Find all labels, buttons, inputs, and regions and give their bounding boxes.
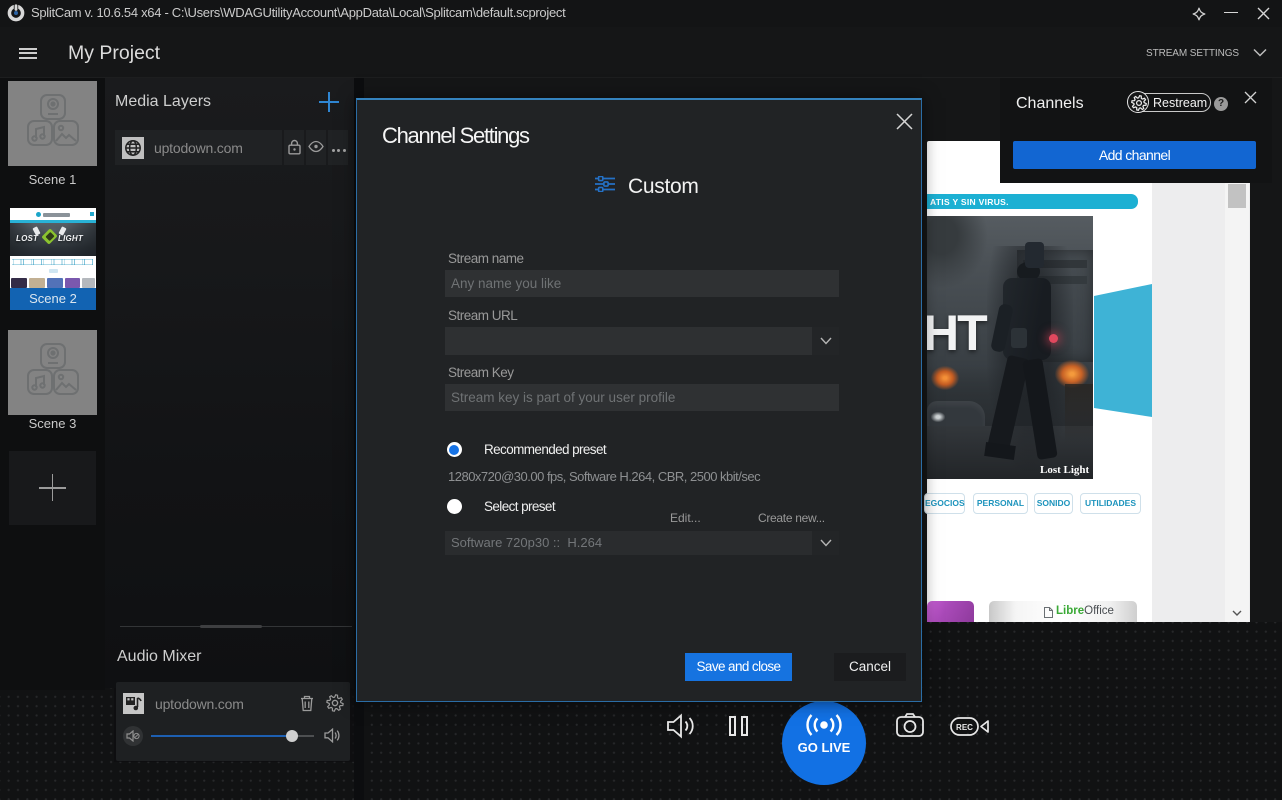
svg-text:REC: REC [956,723,973,732]
